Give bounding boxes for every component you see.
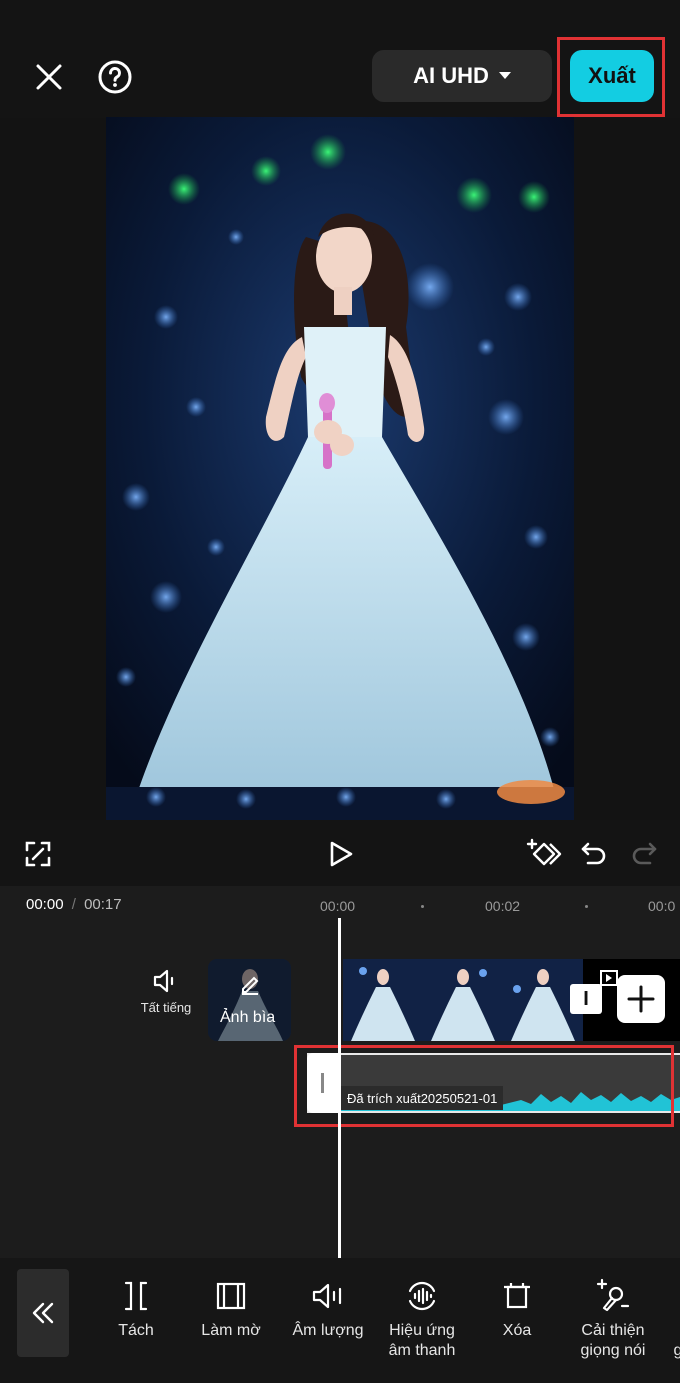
cover-thumbnail <box>208 959 291 1041</box>
cover-button[interactable]: Ảnh bìa <box>208 959 291 1041</box>
quality-label: AI UHD <box>413 63 489 88</box>
undo-icon[interactable] <box>578 838 610 870</box>
fade-icon <box>216 1276 246 1316</box>
total-time: 00:17 <box>84 896 122 913</box>
fullscreen-icon[interactable] <box>22 838 54 870</box>
tool-label: Cải thiện giọng nói <box>580 1322 646 1359</box>
preview-image <box>106 117 574 820</box>
quality-dropdown[interactable]: AI UHD <box>372 50 552 102</box>
close-icon[interactable] <box>28 56 70 98</box>
plus-icon <box>627 985 655 1013</box>
current-time: 00:00 <box>26 896 64 913</box>
voice-enhance-icon <box>596 1276 630 1316</box>
double-chevron-left-icon <box>32 1302 54 1324</box>
tool-label: Làm mờ <box>201 1322 261 1339</box>
redo-icon[interactable] <box>628 838 660 870</box>
play-indicator-icon <box>600 970 618 986</box>
ruler-label: 00:02 <box>485 898 521 914</box>
delete-icon <box>502 1276 532 1316</box>
keyframe-icon[interactable] <box>524 836 564 872</box>
sound-effect-icon <box>405 1276 439 1316</box>
tool-label: Hiệu ứng âm thanh <box>388 1322 456 1359</box>
ruler-label: 00:0 <box>648 898 676 914</box>
add-clip-button[interactable] <box>617 975 665 1023</box>
ruler-label: 00:00 <box>320 898 356 914</box>
ruler-dot <box>421 905 424 908</box>
clip-frame <box>423 959 503 1041</box>
export-button[interactable]: Xuất <box>570 50 654 102</box>
speaker-icon <box>153 969 174 993</box>
clip-end-handle[interactable]: I <box>570 984 602 1014</box>
cover-label: Ảnh bìa <box>220 1009 276 1026</box>
tool-split[interactable]: Tách <box>106 1276 166 1341</box>
audio-highlight-box <box>294 1045 674 1127</box>
volume-icon <box>311 1276 345 1316</box>
mute-button[interactable]: Tất tiếng <box>128 968 204 1015</box>
tool-label: Xóa <box>502 1322 532 1339</box>
clip-frame <box>343 959 423 1041</box>
ruler-dot <box>585 905 588 908</box>
tool-label: g <box>673 1342 680 1359</box>
tool-sound-effect[interactable]: Hiệu ứng âm thanh <box>380 1276 464 1361</box>
tool-delete[interactable]: Xóa <box>492 1276 542 1341</box>
video-preview[interactable] <box>106 117 574 820</box>
play-icon[interactable] <box>324 836 358 872</box>
time-display: 00:00 / 00:17 <box>26 896 122 913</box>
tool-voice-enhance[interactable]: Cải thiện giọng nói <box>568 1276 658 1361</box>
collapse-button[interactable] <box>17 1269 69 1357</box>
tool-label: Âm lượng <box>292 1322 364 1339</box>
edit-icon <box>242 976 259 995</box>
tool-volume[interactable]: Âm lượng <box>286 1276 370 1341</box>
help-icon[interactable] <box>94 56 136 98</box>
tool-label: Tách <box>118 1322 154 1339</box>
split-icon <box>123 1276 149 1316</box>
playhead[interactable] <box>338 918 341 1258</box>
tool-fade[interactable]: Làm mờ <box>196 1276 266 1341</box>
time-separator: / <box>71 896 76 913</box>
tool-partial[interactable]: g <box>668 1276 680 1361</box>
mute-label: Tất tiếng <box>140 1000 192 1015</box>
caret-down-icon <box>498 72 511 79</box>
